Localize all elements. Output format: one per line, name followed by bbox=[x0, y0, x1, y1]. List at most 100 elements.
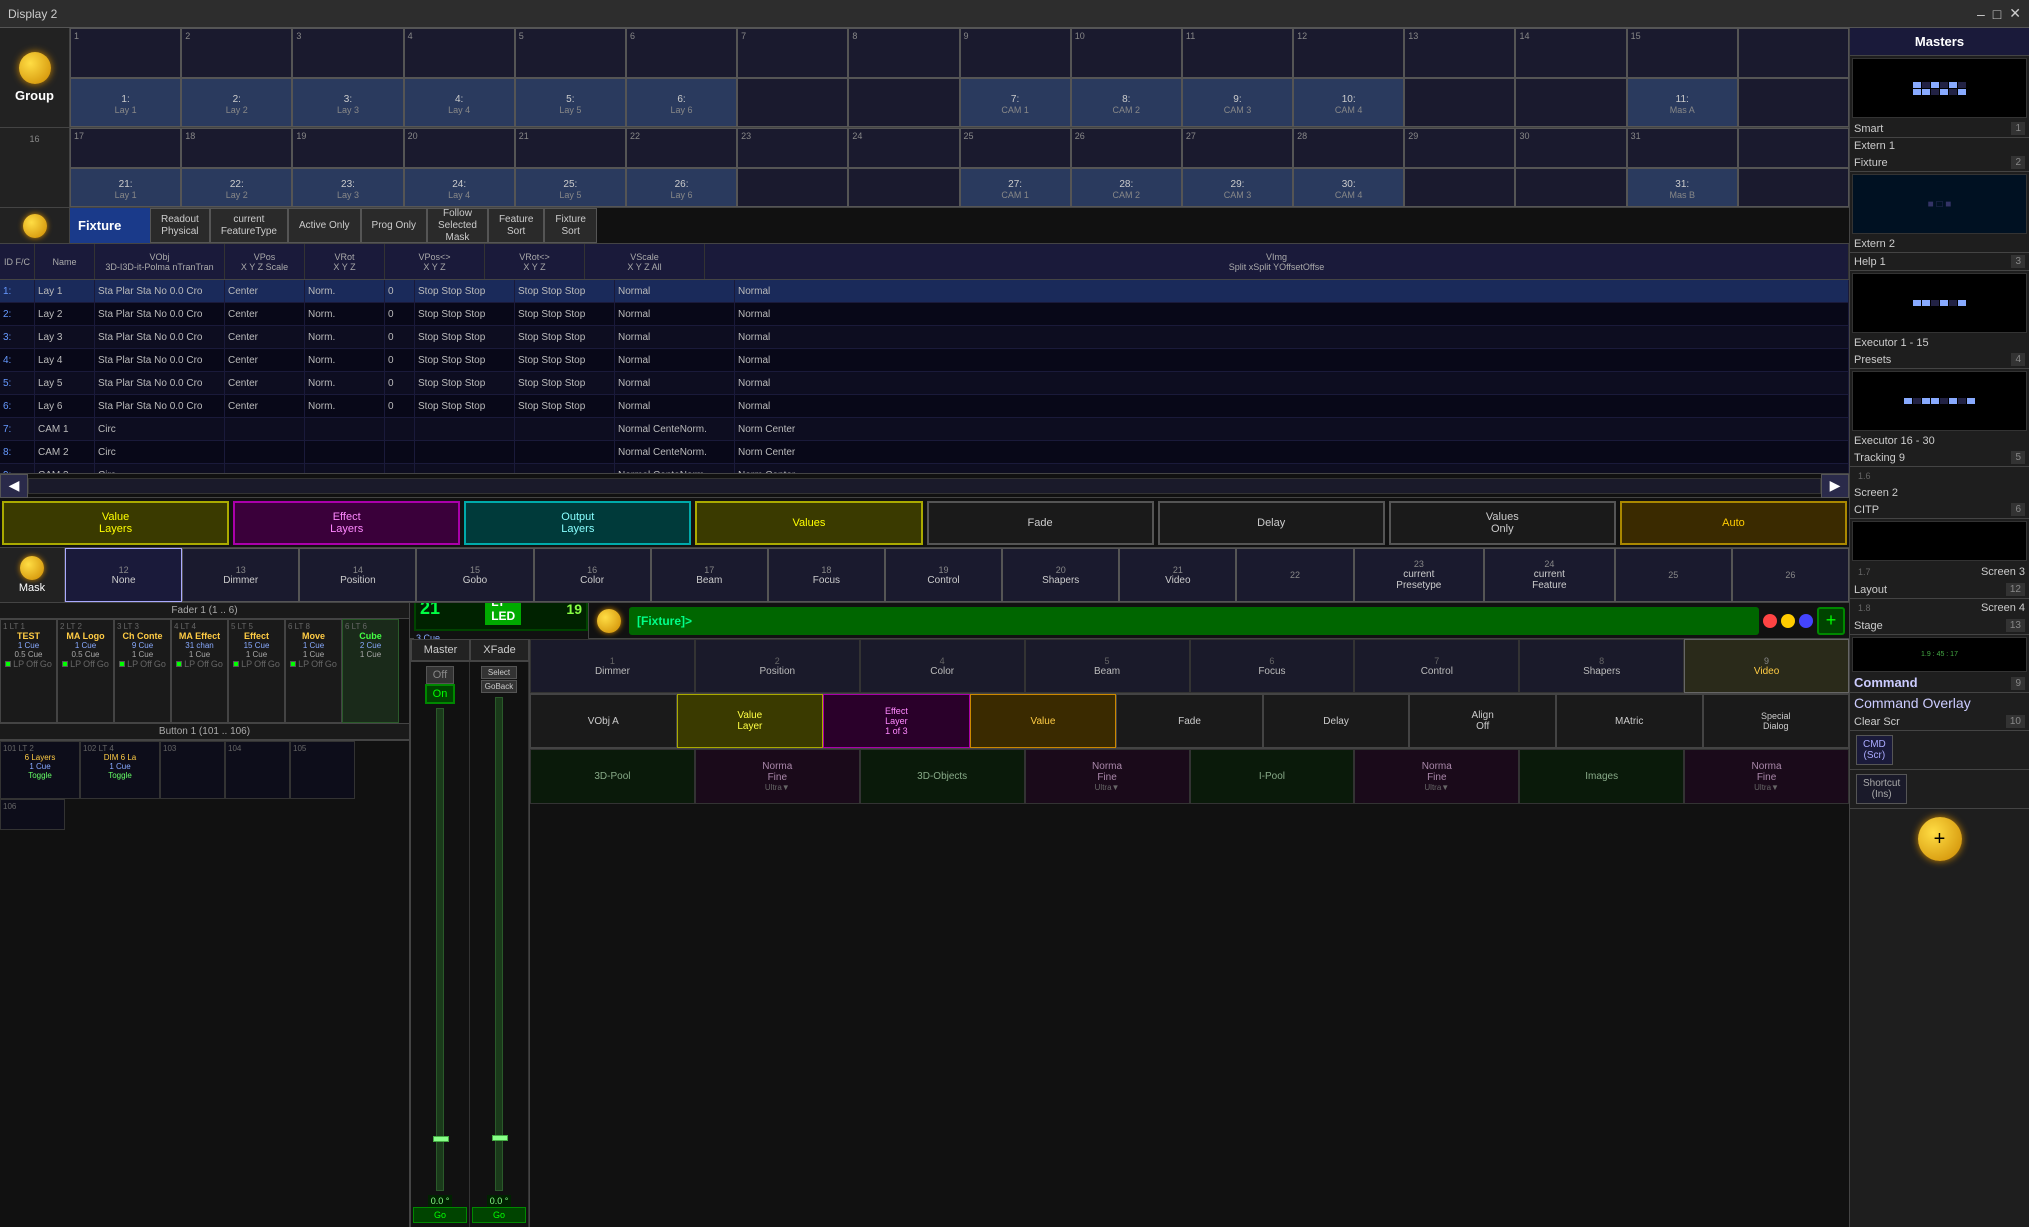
g2-btn-18[interactable]: 18 bbox=[181, 128, 292, 168]
scroll-track[interactable] bbox=[28, 478, 1821, 494]
sidebar-shortcut[interactable]: Shortcut(Ins) bbox=[1850, 770, 2029, 809]
group-btn-empty1[interactable] bbox=[737, 78, 848, 128]
table-row[interactable]: 3: Lay 3 Sta Plar Sta No 0.0 Cro Center … bbox=[0, 326, 1849, 349]
g2-spacer2[interactable] bbox=[1738, 168, 1849, 208]
btn-102[interactable]: 102 LT 4 DIM 6 La 1 Cue Toggle bbox=[80, 741, 160, 799]
prog-only-btn[interactable]: Prog Only bbox=[361, 208, 427, 243]
btn-103[interactable]: 103 bbox=[160, 741, 225, 799]
sidebar-smart[interactable]: Smart 1 bbox=[1850, 56, 2029, 138]
mask-btn-current-presetype[interactable]: 23currentPresetype bbox=[1354, 548, 1485, 602]
tab-delay[interactable]: Delay bbox=[1158, 501, 1385, 545]
group-btn-2[interactable]: 2 bbox=[181, 28, 292, 78]
group-btn-12[interactable]: 12 bbox=[1293, 28, 1404, 78]
xfade-btn[interactable]: XFade bbox=[470, 639, 529, 661]
table-row[interactable]: 8: CAM 2 Circ Normal CenteNorm. Norm Cen… bbox=[0, 441, 1849, 464]
scroll-right-btn[interactable]: ▶ bbox=[1821, 474, 1849, 498]
feat-position[interactable]: 2Position bbox=[695, 639, 860, 693]
g2-btn-17[interactable]: 17 bbox=[70, 128, 181, 168]
mask-btn-26[interactable]: 26 bbox=[1732, 548, 1849, 602]
g2-btn-31[interactable]: 31 bbox=[1627, 128, 1738, 168]
pool-i-pool[interactable]: I-Pool bbox=[1190, 749, 1355, 804]
group-btn-lay1[interactable]: 1:Lay 1 bbox=[70, 78, 181, 128]
group-btn-lay2[interactable]: 2:Lay 2 bbox=[181, 78, 292, 128]
g2-empty3[interactable] bbox=[1404, 168, 1515, 208]
mask-btn-control[interactable]: 19Control bbox=[885, 548, 1002, 602]
group-btn-empty2[interactable] bbox=[848, 78, 959, 128]
mask-btn-color[interactable]: 16Color bbox=[534, 548, 651, 602]
vbtn-matric[interactable]: MAtric bbox=[1556, 694, 1703, 748]
g2-btn-19[interactable]: 19 bbox=[292, 128, 403, 168]
g2-btn-26[interactable]: 26 bbox=[1071, 128, 1182, 168]
tab-value-layers[interactable]: ValueLayers bbox=[2, 501, 229, 545]
tab-fade[interactable]: Fade bbox=[927, 501, 1154, 545]
g2-btn-28[interactable]: 28 bbox=[1293, 128, 1404, 168]
group-btn-empty3[interactable] bbox=[1404, 78, 1515, 128]
mask-btn-25[interactable]: 25 bbox=[1615, 548, 1732, 602]
table-row[interactable]: 7: CAM 1 Circ Normal CenteNorm. Norm Cen… bbox=[0, 418, 1849, 441]
gold-plus-btn[interactable]: + bbox=[1918, 817, 1962, 861]
sidebar-command[interactable]: 1.9 : 45 : 17 Command 9 bbox=[1850, 635, 2029, 693]
add-button[interactable]: + bbox=[1817, 607, 1845, 635]
feat-dimmer[interactable]: 1Dimmer bbox=[530, 639, 695, 693]
table-row[interactable]: 2: Lay 2 Sta Plar Sta No 0.0 Cro Center … bbox=[0, 303, 1849, 326]
g2-lay4[interactable]: 24:Lay 4 bbox=[404, 168, 515, 208]
group-btn-lay6[interactable]: 6:Lay 6 bbox=[626, 78, 737, 128]
tab-output-layers[interactable]: OutputLayers bbox=[464, 501, 691, 545]
g2-lay6[interactable]: 26:Lay 6 bbox=[626, 168, 737, 208]
group-btn-10[interactable]: 10 bbox=[1071, 28, 1182, 78]
group-btn-15[interactable]: 15 bbox=[1627, 28, 1738, 78]
g2-btn-21[interactable]: 21 bbox=[515, 128, 626, 168]
pool-images[interactable]: Images bbox=[1519, 749, 1684, 804]
mask-btn-gobo[interactable]: 15Gobo bbox=[416, 548, 533, 602]
table-row[interactable]: 1: Lay 1 Sta Plar Sta No 0.0 Cro Center … bbox=[0, 280, 1849, 303]
group-btn-lay4[interactable]: 4:Lay 4 bbox=[404, 78, 515, 128]
group-btn-5[interactable]: 5 bbox=[515, 28, 626, 78]
tab-values[interactable]: Values bbox=[695, 501, 922, 545]
g2-lay5[interactable]: 25:Lay 5 bbox=[515, 168, 626, 208]
sidebar-screen3[interactable]: 1.7 Screen 3 Layout 12 bbox=[1850, 519, 2029, 599]
group-btn-lay5[interactable]: 5:Lay 5 bbox=[515, 78, 626, 128]
table-row[interactable]: 6: Lay 6 Sta Plar Sta No 0.0 Cro Center … bbox=[0, 395, 1849, 418]
vbtn-value-layer[interactable]: ValueLayer bbox=[677, 694, 824, 748]
g2-btn-spacer[interactable] bbox=[1738, 128, 1849, 168]
sidebar-screen4[interactable]: 1.8 Screen 4 Stage 13 bbox=[1850, 599, 2029, 635]
master-off-btn[interactable]: Off bbox=[426, 666, 454, 684]
btn-104[interactable]: 104 bbox=[225, 741, 290, 799]
group-btn-spacer[interactable] bbox=[1738, 78, 1849, 128]
mask-btn-none[interactable]: 12None bbox=[65, 548, 182, 602]
group-btn-14[interactable]: 14 bbox=[1515, 28, 1626, 78]
masters-btn[interactable]: Masters bbox=[1850, 28, 2029, 56]
xfade-fader-track[interactable] bbox=[495, 697, 503, 1191]
exec-btn-2[interactable]: 2 LT 2 MA Logo 1 Cue 0.5 Cue LPOffGo bbox=[57, 619, 114, 723]
group-btn-16-ph[interactable] bbox=[1738, 28, 1849, 78]
active-only-btn[interactable]: Active Only bbox=[288, 208, 361, 243]
scroll-left-btn[interactable]: ◀ bbox=[0, 474, 28, 498]
pool-norma-fine-2[interactable]: NormaFineUltra▼ bbox=[1025, 749, 1190, 804]
follow-selected-mask-btn[interactable]: FollowSelectedMask bbox=[427, 208, 488, 243]
mask-btn-position[interactable]: 14Position bbox=[299, 548, 416, 602]
vbtn-effect-layer[interactable]: EffectLayer1 of 3 bbox=[823, 694, 970, 748]
sidebar-executor2[interactable]: Executor 16 - 30 Tracking 9 5 bbox=[1850, 369, 2029, 467]
group-btn-lay3[interactable]: 3:Lay 3 bbox=[292, 78, 403, 128]
pool-norma-fine-3[interactable]: NormaFineUltra▼ bbox=[1354, 749, 1519, 804]
exec-btn-4[interactable]: 4 LT 4 MA Effect 31 chan 1 Cue LPOffGo bbox=[171, 619, 228, 723]
sidebar-cmd-overlay[interactable]: Command Overlay Clear Scr 10 bbox=[1850, 693, 2029, 731]
g2-btn-20[interactable]: 20 bbox=[404, 128, 515, 168]
group-btn-11[interactable]: 11 bbox=[1182, 28, 1293, 78]
group-btn-13[interactable]: 13 bbox=[1404, 28, 1515, 78]
mask-btn-beam[interactable]: 17Beam bbox=[651, 548, 768, 602]
vbtn-delay[interactable]: Delay bbox=[1263, 694, 1410, 748]
g2-btn-27[interactable]: 27 bbox=[1182, 128, 1293, 168]
sidebar-extern1[interactable]: Extern 1 Fixture 2 bbox=[1850, 138, 2029, 172]
feat-beam[interactable]: 5Beam bbox=[1025, 639, 1190, 693]
pool-norma-fine-4[interactable]: NormaFineUltra▼ bbox=[1684, 749, 1849, 804]
table-row[interactable]: 5: Lay 5 Sta Plar Sta No 0.0 Cro Center … bbox=[0, 372, 1849, 395]
feat-video[interactable]: 9Video bbox=[1684, 639, 1849, 693]
sidebar-executor1[interactable]: Executor 1 - 15 Presets 4 bbox=[1850, 271, 2029, 369]
g2-cam3[interactable]: 29:CAM 3 bbox=[1182, 168, 1293, 208]
group-btn-8[interactable]: 8 bbox=[848, 28, 959, 78]
g2-btn-29[interactable]: 29 bbox=[1404, 128, 1515, 168]
group-btn-4[interactable]: 4 bbox=[404, 28, 515, 78]
tab-values-only[interactable]: ValuesOnly bbox=[1389, 501, 1616, 545]
g2-btn-25[interactable]: 25 bbox=[960, 128, 1071, 168]
